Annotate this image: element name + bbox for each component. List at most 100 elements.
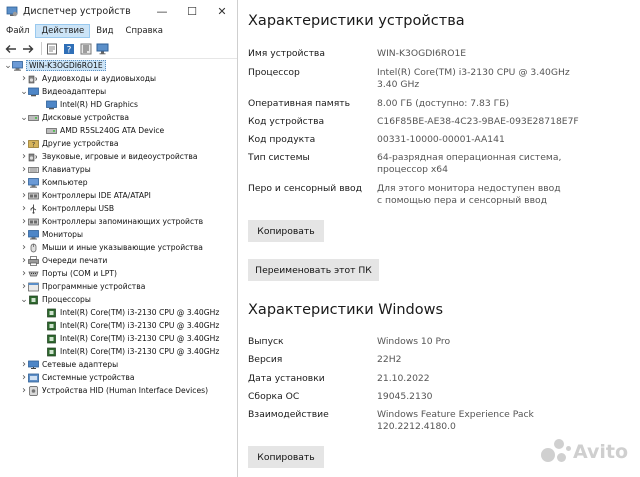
- tree-category-node[interactable]: › Устройства HID (Human Interface Devices…: [0, 384, 237, 397]
- avito-logo-dots: [540, 439, 571, 465]
- close-button[interactable]: ✕: [207, 5, 237, 18]
- chevron-right-icon[interactable]: ›: [20, 164, 28, 175]
- tree-node-label: Дисковые устройства: [42, 113, 130, 122]
- tree-node-label: Сетевые адаптеры: [42, 360, 119, 369]
- monitor-icon: [28, 229, 39, 240]
- copy-device-specs-button[interactable]: Копировать: [248, 220, 324, 242]
- chevron-right-icon[interactable]: ›: [20, 138, 28, 149]
- chevron-right-icon[interactable]: ›: [20, 216, 28, 227]
- disk-icon: [46, 126, 57, 136]
- chevron-right-icon[interactable]: ›: [20, 151, 28, 162]
- tree-category-node[interactable]: › Сетевые адаптеры: [0, 358, 237, 371]
- update-driver-icon[interactable]: [79, 42, 93, 56]
- device-tree[interactable]: ⌄ WIN-K3OGDI6RO1E › Аудиовходы и аудиовыход…: [0, 59, 237, 397]
- chevron-right-icon[interactable]: ›: [20, 203, 28, 214]
- menu-view[interactable]: Вид: [90, 24, 119, 38]
- pen-touch-value: Для этого монитора недоступен ввод с пом…: [377, 183, 561, 206]
- windows-specs-heading: Характеристики Windows: [248, 302, 444, 318]
- os-build-value: 19045.2130: [377, 391, 433, 402]
- tree-device-node[interactable]: Intel(R) Core(TM) i3-2130 CPU @ 3.40GHz: [0, 319, 237, 332]
- forward-arrow-icon[interactable]: [21, 42, 35, 56]
- menu-file[interactable]: Файл: [0, 24, 35, 38]
- chevron-right-icon[interactable]: ›: [20, 385, 28, 396]
- chevron-down-icon[interactable]: ⌄: [20, 295, 28, 304]
- tree-node-label: Аудиовходы и аудиовыходы: [42, 74, 156, 83]
- tree-category-node[interactable]: › Контроллеры IDE ATA/ATAPI: [0, 189, 237, 202]
- chevron-right-icon[interactable]: ›: [20, 372, 28, 383]
- menu-help[interactable]: Справка: [120, 24, 169, 38]
- tree-category-node[interactable]: › Компьютер: [0, 176, 237, 189]
- properties-icon[interactable]: [45, 42, 59, 56]
- tree-category-node[interactable]: › Звуковые, игровые и видеоустройства: [0, 150, 237, 163]
- device-id-value: C16F85BE-AE38-4C23-9BAE-093E28718E7F: [377, 116, 579, 127]
- help-icon[interactable]: ?: [62, 42, 76, 56]
- processor-icon: [46, 321, 57, 331]
- computer-icon: [12, 60, 23, 71]
- chevron-right-icon[interactable]: ›: [20, 255, 28, 266]
- chevron-right-icon[interactable]: ›: [20, 268, 28, 279]
- tree-node-label: WIN-K3OGDI6RO1E: [26, 60, 106, 71]
- device-specs-heading: Характеристики устройства: [248, 13, 465, 29]
- tree-node-label: Другие устройства: [42, 139, 119, 148]
- version-row: Версия 22H2: [248, 354, 628, 367]
- chevron-right-icon[interactable]: ›: [20, 281, 28, 292]
- processor-icon: [46, 308, 57, 318]
- usb-icon: [28, 204, 39, 214]
- rename-pc-button[interactable]: Переименовать этот ПК: [248, 259, 379, 281]
- tree-node-label: Intel(R) Core(TM) i3-2130 CPU @ 3.40GHz: [60, 321, 220, 330]
- tree-node-label: Мыши и иные указывающие устройства: [42, 243, 203, 252]
- tree-node-label: Intel(R) Core(TM) i3-2130 CPU @ 3.40GHz: [60, 308, 220, 317]
- tree-node-label: AMD R5SL240G ATA Device: [60, 126, 165, 135]
- chevron-right-icon[interactable]: ›: [20, 359, 28, 370]
- tree-root-node[interactable]: ⌄ WIN-K3OGDI6RO1E: [0, 59, 237, 72]
- tree-category-node[interactable]: ⌄ Дисковые устройства: [0, 111, 237, 124]
- tree-device-node[interactable]: Intel(R) Core(TM) i3-2130 CPU @ 3.40GHz: [0, 332, 237, 345]
- tree-device-node[interactable]: Intel(R) Core(TM) i3-2130 CPU @ 3.40GHz: [0, 345, 237, 358]
- tree-category-node[interactable]: ⌄ Видеоадаптеры: [0, 85, 237, 98]
- back-arrow-icon[interactable]: [4, 42, 18, 56]
- chevron-right-icon[interactable]: ›: [20, 229, 28, 240]
- disk-icon: [28, 113, 39, 123]
- tree-device-node[interactable]: Intel(R) HD Graphics: [0, 98, 237, 111]
- tree-category-node[interactable]: › Аудиовходы и аудиовыходы: [0, 72, 237, 85]
- product-id-row: Код продукта 00331-10000-00001-AA141: [248, 134, 628, 147]
- tree-category-node[interactable]: ⌄ Процессоры: [0, 293, 237, 306]
- tree-device-node[interactable]: AMD R5SL240G ATA Device: [0, 124, 237, 137]
- chevron-right-icon[interactable]: ›: [20, 73, 28, 84]
- tree-category-node[interactable]: › Контроллеры запоминающих устройств: [0, 215, 237, 228]
- chevron-right-icon[interactable]: ›: [20, 177, 28, 188]
- tree-node-label: Контроллеры запоминающих устройств: [42, 217, 204, 226]
- tree-category-node[interactable]: › Очереди печати: [0, 254, 237, 267]
- chevron-right-icon[interactable]: ›: [20, 242, 28, 253]
- tree-node-label: Программные устройства: [42, 282, 146, 291]
- tree-device-node[interactable]: Intel(R) Core(TM) i3-2130 CPU @ 3.40GHz: [0, 306, 237, 319]
- tree-category-node[interactable]: › Порты (COM и LPT): [0, 267, 237, 280]
- computer-icon: [28, 177, 39, 188]
- device-name-row: Имя устройства WIN-K3OGDI6RO1E: [248, 48, 628, 61]
- chevron-right-icon[interactable]: ›: [20, 190, 28, 201]
- install-date-label: Дата установки: [248, 373, 325, 384]
- scan-hardware-icon[interactable]: [96, 42, 110, 56]
- copy-windows-specs-button[interactable]: Копировать: [248, 446, 324, 468]
- tree-category-node[interactable]: › Мыши и иные указывающие устройства: [0, 241, 237, 254]
- tree-category-node[interactable]: › Контроллеры USB: [0, 202, 237, 215]
- toolbar-separator: [41, 42, 42, 55]
- about-settings-panel: Характеристики устройства Имя устройства…: [238, 0, 640, 477]
- chevron-down-icon[interactable]: ⌄: [20, 87, 28, 96]
- tree-category-node[interactable]: › Системные устройства: [0, 371, 237, 384]
- chevron-down-icon[interactable]: ⌄: [4, 61, 12, 70]
- minimize-button[interactable]: —: [147, 5, 177, 18]
- chevron-down-icon[interactable]: ⌄: [20, 113, 28, 122]
- tree-node-label: Контроллеры IDE ATA/ATAPI: [42, 191, 151, 200]
- software-device-icon: [28, 282, 39, 292]
- menu-action[interactable]: Действие: [35, 23, 91, 38]
- tree-category-node[interactable]: ›? Другие устройства: [0, 137, 237, 150]
- tree-category-node[interactable]: › Мониторы: [0, 228, 237, 241]
- title-bar: Диспетчер устройств — ☐ ✕: [0, 0, 237, 22]
- maximize-button[interactable]: ☐: [177, 5, 207, 18]
- tree-node-label: Процессоры: [42, 295, 91, 304]
- tree-category-node[interactable]: › Программные устройства: [0, 280, 237, 293]
- tree-category-node[interactable]: › Клавиатуры: [0, 163, 237, 176]
- system-device-icon: [28, 373, 39, 383]
- processor-label: Процессор: [248, 67, 300, 78]
